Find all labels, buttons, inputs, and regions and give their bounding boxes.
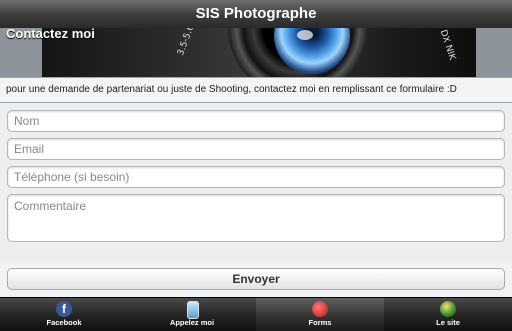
section-title: Contactez moi: [6, 28, 95, 41]
tab-label: Appelez moi: [169, 318, 215, 327]
phone-icon: [187, 301, 199, 319]
forms-icon: [312, 301, 328, 317]
lens-marking-right: S DX NIK: [435, 28, 457, 62]
lens-marking-left: 3.5-5.6G: [176, 28, 199, 57]
intro-text: pour une demande de partenariat ou juste…: [0, 77, 512, 103]
bottom-tab-bar: f Facebook Appelez moi Forms Le site: [0, 297, 512, 331]
send-button[interactable]: Envoyer: [7, 268, 505, 290]
tab-forms[interactable]: Forms: [256, 298, 384, 331]
app-title: SIS Photographe: [0, 0, 512, 29]
email-field[interactable]: [7, 138, 505, 160]
lens-glint: [297, 30, 313, 40]
tab-label: Forms: [308, 318, 332, 327]
facebook-icon: f: [56, 301, 72, 317]
tab-call[interactable]: Appelez moi: [128, 298, 256, 331]
phone-field[interactable]: [7, 166, 505, 188]
tab-label: Facebook: [46, 318, 82, 327]
name-field[interactable]: [7, 110, 505, 132]
camera-image: 3.5-5.6G S DX NIK: [42, 28, 476, 77]
comment-field[interactable]: [7, 194, 505, 242]
submit-area: Envoyer: [0, 263, 512, 297]
header-banner: 3.5-5.6G S DX NIK Contactez moi: [0, 28, 512, 77]
globe-icon: [440, 301, 456, 317]
tab-website[interactable]: Le site: [384, 298, 512, 331]
tab-facebook[interactable]: f Facebook: [0, 298, 128, 331]
contact-form: [0, 103, 512, 264]
tab-label: Le site: [436, 318, 460, 327]
